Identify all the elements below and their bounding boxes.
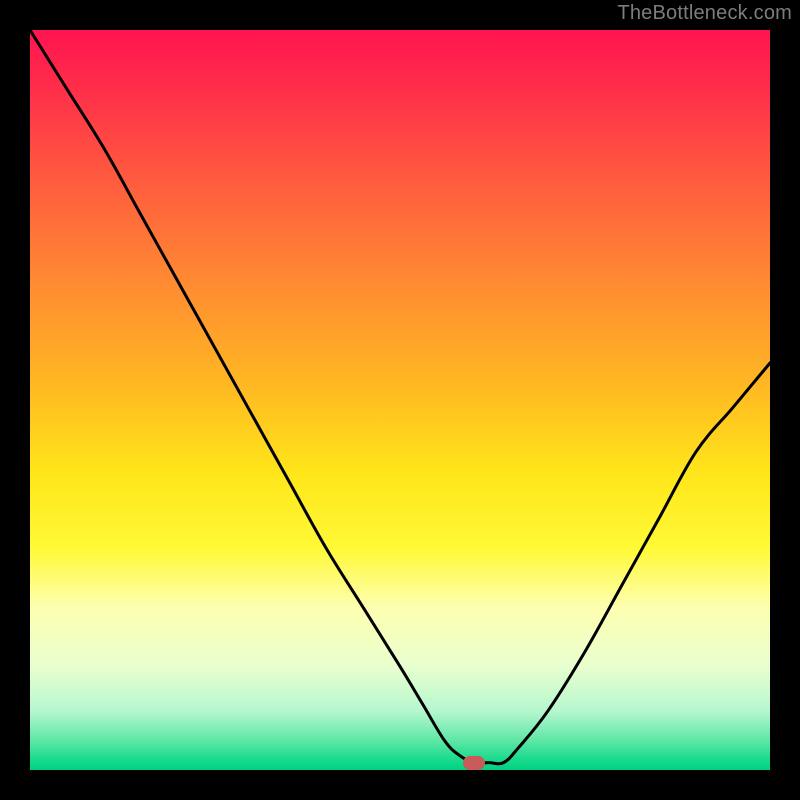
watermark-text: TheBottleneck.com [617, 2, 792, 25]
chart-frame: TheBottleneck.com [0, 0, 800, 800]
bottleneck-curve [30, 30, 770, 770]
plot-area [30, 30, 770, 770]
minimum-marker [463, 756, 485, 770]
